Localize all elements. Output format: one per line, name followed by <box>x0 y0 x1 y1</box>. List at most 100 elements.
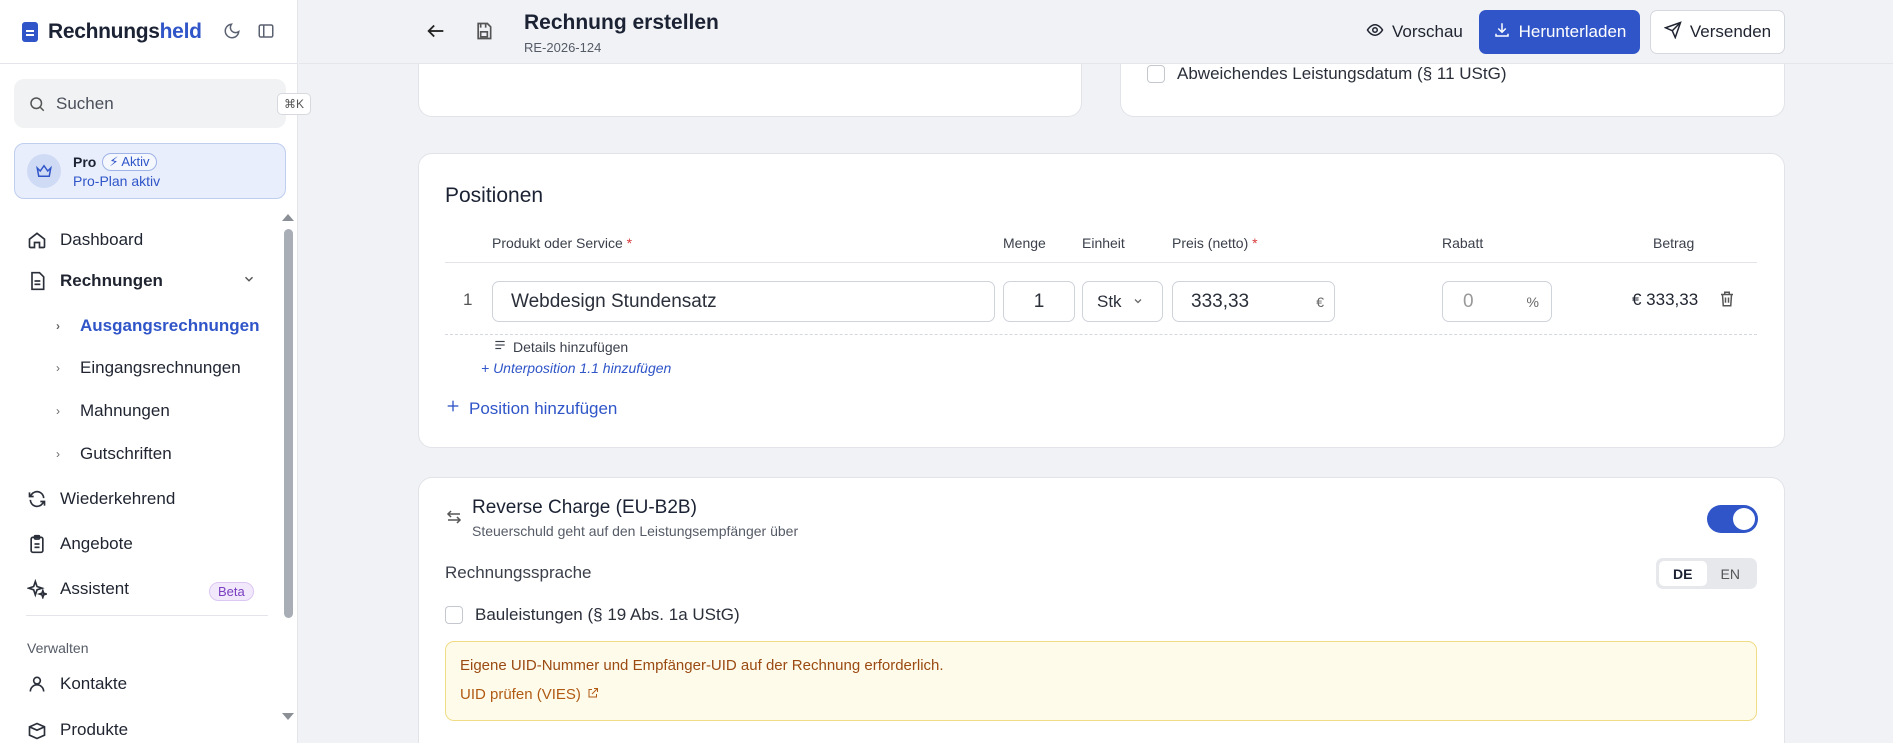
save-icon[interactable] <box>474 21 496 43</box>
discount-placeholder: 0 <box>1463 290 1474 312</box>
page-title: Rechnung erstellen <box>524 11 719 34</box>
product-value: Webdesign Stundensatz <box>511 290 717 312</box>
plan-subtitle: Pro-Plan aktiv <box>73 173 161 189</box>
discount-input[interactable]: 0 % <box>1442 281 1552 322</box>
search-box[interactable]: ⌘K <box>14 79 312 128</box>
refresh-icon <box>26 488 48 510</box>
plan-name: Pro <box>73 154 97 170</box>
add-position-button[interactable]: Position hinzufügen <box>445 398 617 419</box>
chevron-right-icon: › <box>56 404 60 418</box>
nav-sub-gutschriften-label: Gutschriften <box>80 444 172 463</box>
col-amount: Betrag <box>1653 235 1695 251</box>
preview-button[interactable]: Vorschau <box>1356 14 1473 50</box>
text-lines-icon <box>493 338 507 355</box>
nav-angebote-label: Angebote <box>60 534 133 553</box>
user-icon <box>26 673 48 695</box>
language-option-de[interactable]: DE <box>1659 561 1707 586</box>
construction-services-option[interactable]: Bauleistungen (§ 19 Abs. 1a UStG) <box>445 605 740 625</box>
col-unit: Einheit <box>1082 235 1125 251</box>
sidebar-scroll-thumb[interactable] <box>284 229 293 618</box>
nav-sub-eingangsrechnungen[interactable]: › Eingangsrechnungen <box>56 355 241 381</box>
chevron-down-icon[interactable] <box>242 271 256 291</box>
chevron-right-icon: › <box>56 361 60 375</box>
send-label: Versenden <box>1689 22 1772 41</box>
reverse-charge-subtitle: Steuerschuld geht auf den Leistungsempfä… <box>472 523 799 539</box>
swap-arrows-icon <box>445 508 463 526</box>
uid-notice-text: Eigene UID-Nummer und Empfänger-UID auf … <box>460 657 944 674</box>
product-input[interactable]: Webdesign Stundensatz <box>492 281 995 322</box>
search-icon <box>28 95 46 113</box>
nav-assistent[interactable]: Assistent <box>26 575 129 603</box>
nav-angebote[interactable]: Angebote <box>26 530 133 558</box>
download-button[interactable]: Herunterladen <box>1479 10 1640 54</box>
nav-wiederkehrend-label: Wiederkehrend <box>60 489 176 508</box>
box-icon <box>26 720 48 742</box>
brand[interactable]: Rechnungsheld <box>22 18 202 46</box>
sidebar-separator <box>26 615 268 616</box>
col-qty: Menge <box>1003 235 1046 251</box>
unit-value: Stk <box>1097 291 1122 311</box>
scroll-down-arrow-icon[interactable] <box>282 713 294 720</box>
add-details-link[interactable]: Details hinzufügen <box>493 338 628 355</box>
nav-sub-gutschriften[interactable]: › Gutschriften <box>56 441 172 467</box>
moon-icon[interactable] <box>222 21 242 41</box>
construction-services-checkbox[interactable] <box>445 606 463 624</box>
eye-icon <box>1366 21 1384 44</box>
invoice-language-label: Rechnungssprache <box>445 563 592 582</box>
back-arrow-icon[interactable] <box>425 20 449 44</box>
sparkles-icon <box>26 578 48 600</box>
reverse-charge-toggle[interactable] <box>1707 505 1758 533</box>
percent-suffix: % <box>1526 293 1539 310</box>
sidebar-divider <box>0 63 298 64</box>
nav-dashboard-label: Dashboard <box>60 230 144 249</box>
col-product: Produkt oder Service * <box>492 235 633 251</box>
row-amount: € 333,33 <box>1632 290 1699 309</box>
nav-sub-eingang-label: Eingangsrechnungen <box>80 358 241 377</box>
quantity-input[interactable]: 1 <box>1003 281 1075 322</box>
nav-sub-mahnungen[interactable]: › Mahnungen <box>56 398 170 424</box>
invoice-icon <box>26 270 48 292</box>
different-service-date-option[interactable]: Abweichendes Leistungsdatum (§ 11 UStG) <box>1147 64 1506 84</box>
clipboard-icon <box>26 533 48 555</box>
construction-services-label: Bauleistungen (§ 19 Abs. 1a UStG) <box>475 605 740 624</box>
currency-suffix: € <box>1316 293 1324 310</box>
beta-badge: Beta <box>209 582 254 601</box>
row-index: 1 <box>463 290 473 309</box>
nav-assistent-label: Assistent <box>60 579 129 598</box>
nav-kontakte[interactable]: Kontakte <box>26 670 127 698</box>
col-price: Preis (netto) * <box>1172 235 1258 251</box>
section-label-verwalten: Verwalten <box>27 640 89 656</box>
unit-select[interactable]: Stk <box>1082 281 1163 322</box>
sidebar-toggle-icon[interactable] <box>256 21 276 41</box>
price-input[interactable]: 333,33 € <box>1172 281 1335 322</box>
send-button[interactable]: Versenden <box>1650 10 1785 54</box>
quantity-value: 1 <box>1033 290 1045 312</box>
add-position-label: Position hinzufügen <box>469 398 618 418</box>
nav-sub-ausgangsrechnungen[interactable]: › Ausgangsrechnungen <box>56 313 259 339</box>
download-label: Herunterladen <box>1518 22 1627 41</box>
chevron-right-icon: › <box>56 447 60 461</box>
chevron-down-icon <box>1132 292 1144 312</box>
language-option-en[interactable]: EN <box>1707 561 1755 586</box>
nav-rechnungen[interactable]: Rechnungen <box>26 267 256 295</box>
preview-label: Vorschau <box>1392 22 1463 41</box>
plan-card[interactable]: Pro ⚡ Aktiv Pro-Plan aktiv <box>14 143 286 199</box>
trash-icon[interactable] <box>1718 290 1738 310</box>
search-input[interactable] <box>56 93 277 114</box>
add-subposition-link[interactable]: + Unterposition 1.1 hinzufügen <box>481 360 671 376</box>
nav-wiederkehrend[interactable]: Wiederkehrend <box>26 485 175 513</box>
add-details-label: Details hinzufügen <box>513 338 629 355</box>
uid-check-link[interactable]: UID prüfen (VIES) <box>460 686 599 703</box>
send-icon <box>1663 20 1682 44</box>
home-icon <box>26 229 48 251</box>
nav-produkte[interactable]: Produkte <box>26 714 128 743</box>
nav-produkte-label: Produkte <box>60 720 129 739</box>
price-value: 333,33 <box>1191 290 1250 312</box>
nav-sub-mahnungen-label: Mahnungen <box>80 401 170 420</box>
brand-name: Rechnungsheld <box>48 20 202 43</box>
scroll-up-arrow-icon[interactable] <box>282 214 294 221</box>
crown-icon <box>27 154 61 188</box>
different-service-date-checkbox[interactable] <box>1147 65 1165 83</box>
row-divider <box>445 334 1757 335</box>
nav-dashboard[interactable]: Dashboard <box>26 226 143 254</box>
